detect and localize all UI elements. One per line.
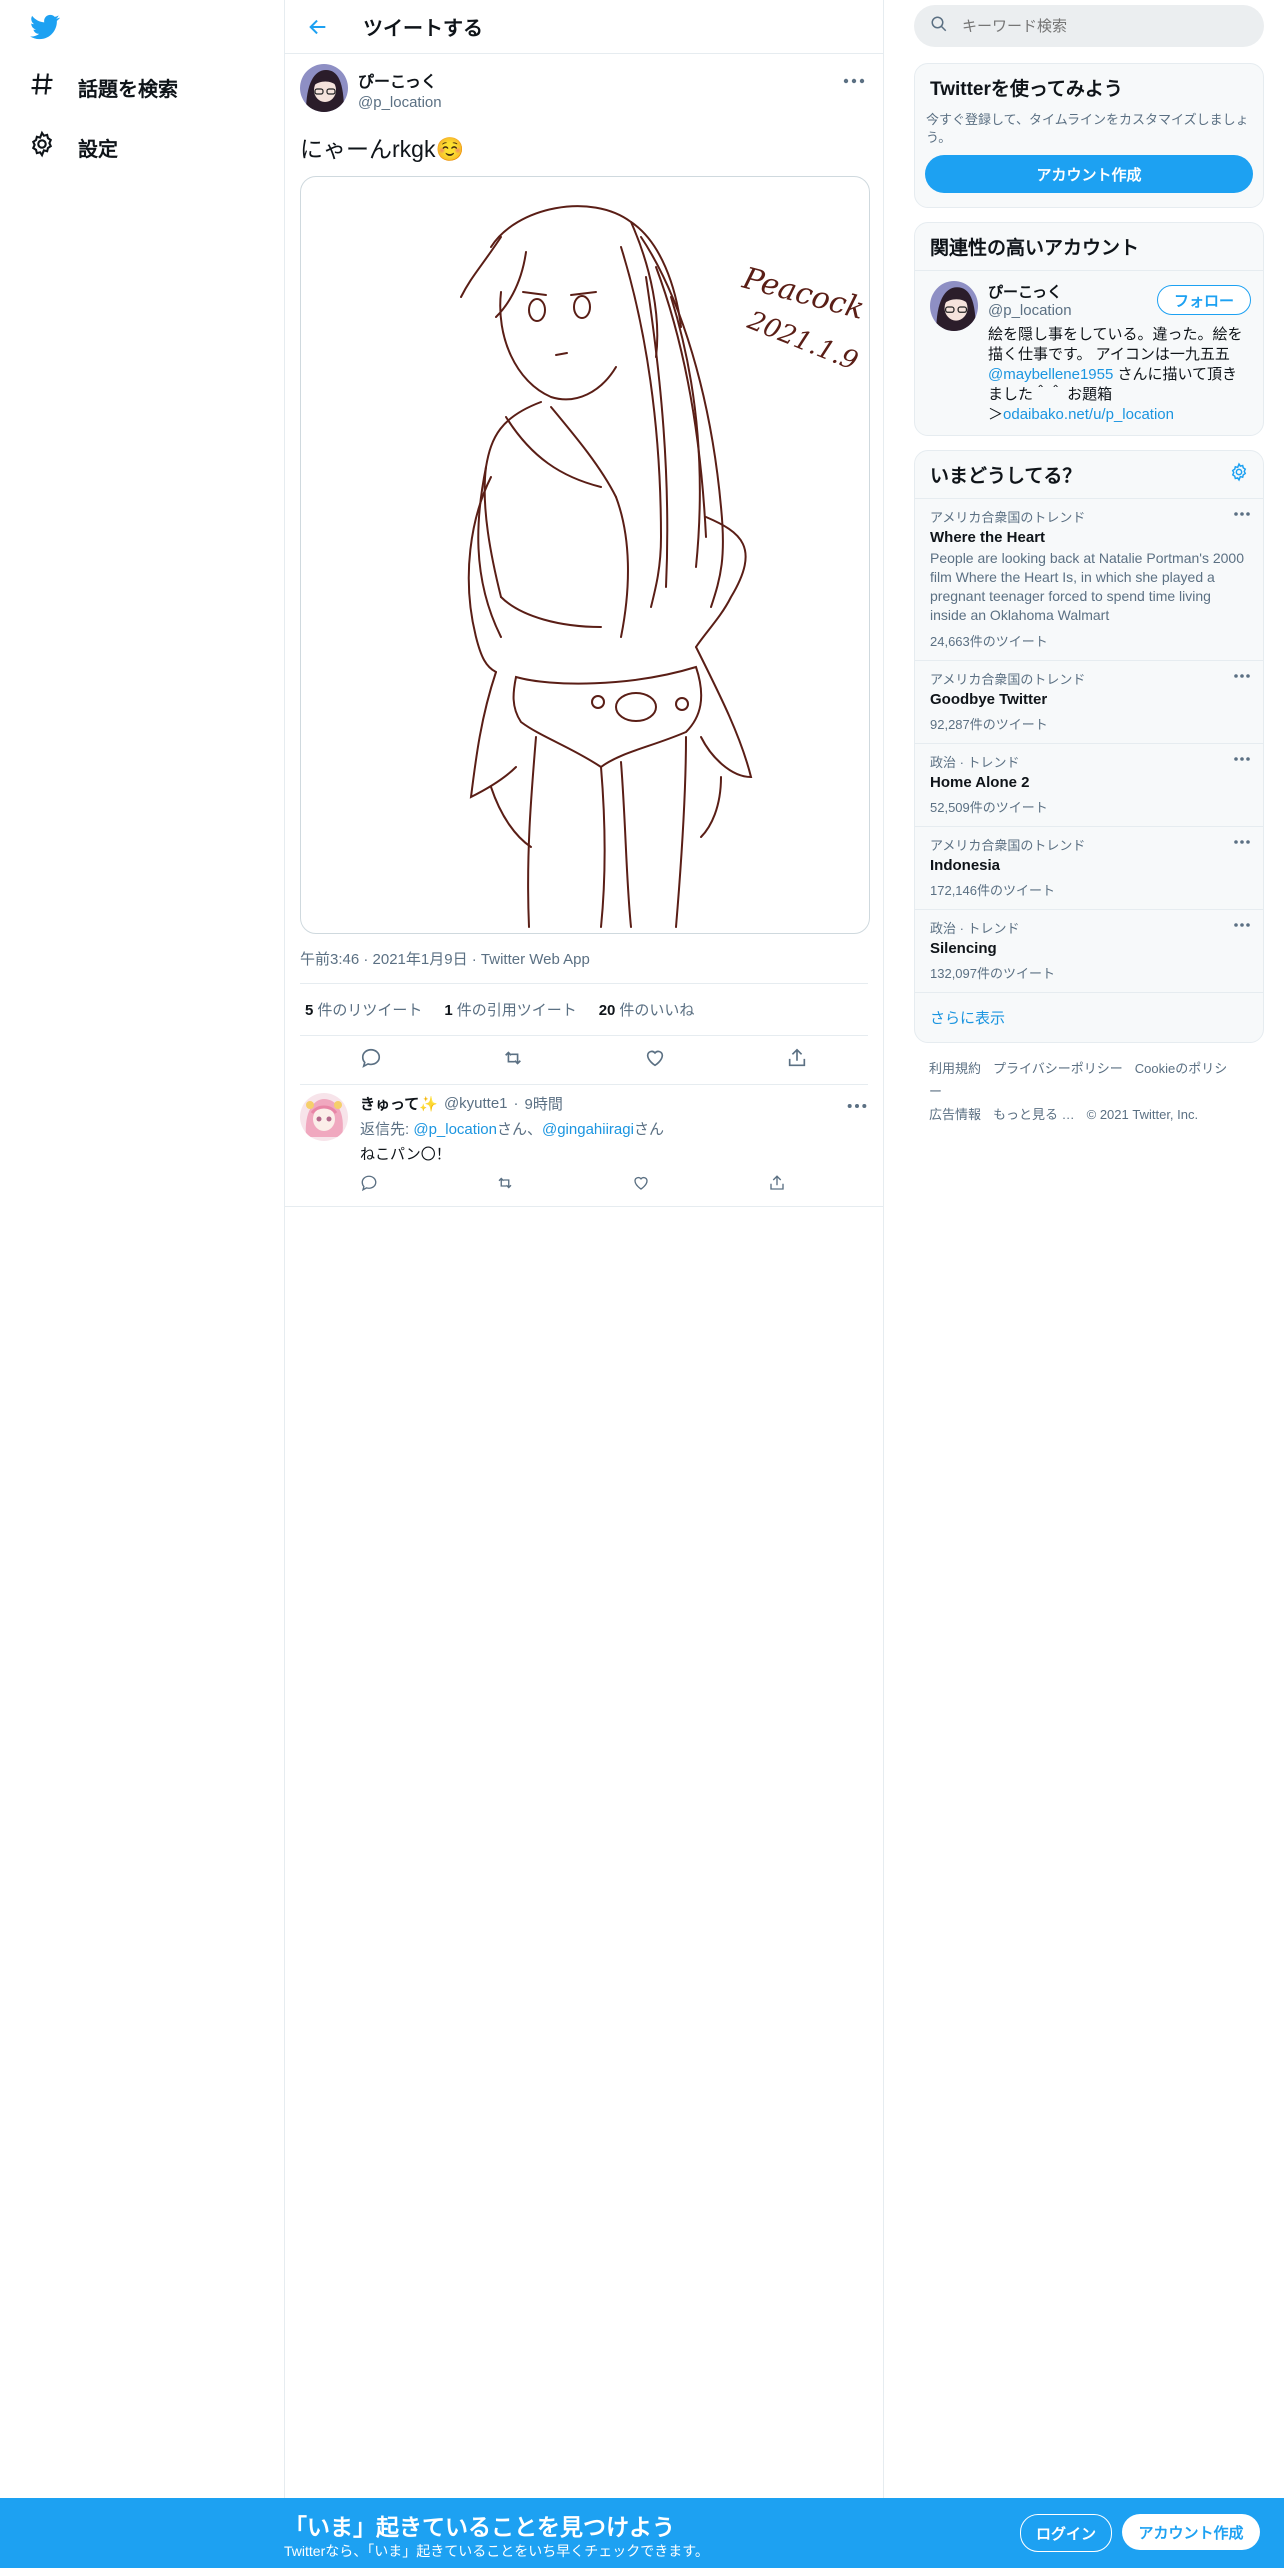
login-button[interactable]: ログイン [1020, 2514, 1112, 2552]
footer-link-more[interactable]: もっと見る … [993, 1107, 1075, 1122]
bio-mention-link[interactable]: @maybellene1955 [988, 366, 1113, 383]
reply-more-icon[interactable] [846, 1097, 868, 1114]
footer-link-privacy[interactable]: プライバシーポリシー [993, 1061, 1123, 1076]
trend-item[interactable]: アメリカ合衆国のトレンド Goodbye Twitter 92,287件のツイー… [915, 660, 1263, 743]
trend-more-icon[interactable] [1233, 756, 1251, 762]
likes-stat[interactable]: 20 件のいいね [599, 999, 695, 1020]
sketch-illustration: Peacock 2021.1.9 [460, 205, 868, 928]
reply-mention-1[interactable]: @p_location [413, 1121, 497, 1138]
bottom-bar-title: 「いま」起きていることを見つけよう [284, 2514, 675, 2540]
author-handle[interactable]: @p_location [358, 94, 442, 111]
tweet-text: にゃーんrkgk☺️ [300, 136, 465, 162]
footer-copyright: © 2021 Twitter, Inc. [1086, 1107, 1199, 1122]
trends-title: いまどうしてる？ [930, 466, 1082, 487]
main-tweet: ぴーこっく @p_location にゃーんrkgk☺️ Peacock 202… [285, 54, 883, 1085]
reply-actions [360, 1174, 904, 1196]
share-icon[interactable] [786, 1047, 808, 1074]
nav-settings[interactable]: 設定 [28, 130, 118, 164]
like-icon[interactable] [644, 1047, 666, 1074]
bottom-bar-subtitle: Twitterなら、「いま」起きていることをいち早くチェックできます。 [284, 2543, 709, 2559]
reply-author-name[interactable]: きゅって✨ [360, 1093, 438, 1114]
left-navigation: 話題を検索 設定 [0, 0, 284, 2568]
bio-odaibako-link[interactable]: odaibako.net/u/p_location [1003, 406, 1174, 423]
signup-card-desc: 今すぐ登録して、タイムラインをカスタマイズしましょう。 [926, 112, 1249, 145]
gear-icon [28, 130, 56, 164]
trend-item[interactable]: 政治 · トレンド Home Alone 2 52,509件のツイート [915, 743, 1263, 826]
trend-more-icon[interactable] [1233, 673, 1251, 679]
back-arrow-icon[interactable] [303, 12, 333, 42]
retweet-icon[interactable] [502, 1047, 524, 1074]
reply-text: ねこパン〇！ [360, 1146, 451, 1163]
hashtag-icon [28, 70, 56, 104]
relevant-account[interactable]: ぴーこっく @p_location 絵を隠し事をしている。違った。絵を描く仕事で… [915, 281, 1263, 435]
nav-explore-label: 話題を検索 [78, 78, 178, 101]
signup-card: Twitterを使ってみよう 今すぐ登録して、タイムラインをカスタマイズしましょ… [914, 63, 1264, 208]
replying-to: 返信先: @p_locationさん、@gingahiiragiさん [360, 1121, 664, 1138]
reply-author-handle[interactable]: @kyutte1 [444, 1095, 508, 1112]
twitter-logo-icon[interactable] [28, 12, 62, 42]
signup-button[interactable]: アカウント作成 [1122, 2514, 1260, 2550]
search-icon [930, 15, 948, 38]
footer-links: 利用規約 プライバシーポリシー Cookieのポリシー 広告情報 もっと見る … © 2… [914, 1043, 1264, 1140]
trends-card: いまどうしてる？ アメリカ合衆国のトレンド Where the Heart Pe… [914, 450, 1264, 1043]
more-options-icon[interactable] [842, 72, 866, 84]
trends-settings-gear-icon[interactable] [1229, 462, 1263, 487]
reply-retweet-icon[interactable] [496, 1174, 632, 1196]
reply-like-icon[interactable] [632, 1174, 768, 1196]
footer-link-ads[interactable]: 広告情報 [929, 1107, 981, 1122]
quotes-stat[interactable]: 1 件の引用ツイート [444, 999, 576, 1020]
page-header: ツイートする [285, 0, 883, 54]
nav-settings-label: 設定 [78, 138, 118, 161]
main-column: ツイートする ぴーこっく @p_location にゃーんrkgk☺️ Peac… [284, 0, 884, 2568]
reply-share-icon[interactable] [768, 1174, 904, 1196]
trend-more-icon[interactable] [1233, 922, 1251, 928]
trend-item[interactable]: アメリカ合衆国のトレンド Indonesia 172,146件のツイート [915, 826, 1263, 909]
tweet-timestamp[interactable]: 午前3:46 · 2021年1月9日 · Twitter Web App [300, 948, 868, 984]
trend-more-icon[interactable] [1233, 839, 1251, 845]
bottom-signup-bar: 「いま」起きていることを見つけよう Twitterなら、「いま」起きていることを… [0, 2498, 1284, 2568]
reply-avatar[interactable] [300, 1093, 348, 1141]
sidebar-signup-button[interactable]: アカウント作成 [925, 155, 1253, 193]
follow-button[interactable]: フォロー [1157, 285, 1251, 315]
author-name[interactable]: ぴーこっく [358, 68, 442, 92]
tweet-image[interactable]: Peacock 2021.1.9 [300, 176, 870, 934]
tweet-actions [300, 1036, 868, 1085]
footer-link-terms[interactable]: 利用規約 [929, 1061, 981, 1076]
right-sidebar: Twitterを使ってみよう 今すぐ登録して、タイムラインをカスタマイズしましょ… [914, 0, 1264, 1140]
author-avatar[interactable] [300, 64, 348, 112]
trend-item[interactable]: アメリカ合衆国のトレンド Where the Heart People are … [915, 498, 1263, 660]
relevant-account-bio: 絵を隠し事をしている。違った。絵を描く仕事です。 アイコンは一九五五 @maybe… [988, 326, 1243, 423]
reply-icon[interactable] [360, 1047, 382, 1074]
search-box[interactable] [914, 5, 1264, 47]
trend-item[interactable]: 政治 · トレンド Silencing 132,097件のツイート [915, 909, 1263, 992]
tweet-stats: 5 件のリツイート 1 件の引用ツイート 20 件のいいね [300, 984, 868, 1036]
page-title: ツイートする [363, 18, 483, 40]
relevant-account-avatar[interactable] [930, 281, 978, 331]
search-input[interactable] [960, 16, 1224, 36]
reply-mention-2[interactable]: @gingahiiragi [542, 1121, 634, 1138]
retweets-stat[interactable]: 5 件のリツイート [305, 999, 422, 1020]
trends-show-more[interactable]: さらに表示 [915, 992, 1263, 1042]
signup-card-title: Twitterを使ってみよう [930, 79, 1123, 100]
reply-time[interactable]: 9時間 [525, 1093, 563, 1114]
relevant-accounts-card: 関連性の高いアカウント ぴーこっく @p_location 絵を隠し事をしている… [914, 222, 1264, 436]
reply-reply-icon[interactable] [360, 1174, 496, 1196]
nav-explore[interactable]: 話題を検索 [28, 70, 178, 104]
relevant-accounts-title: 関連性の高いアカウント [915, 223, 1263, 271]
reply-tweet[interactable]: きゅって✨ @kyutte1 · 9時間 返信先: @p_locationさん、… [285, 1085, 883, 1207]
trend-more-icon[interactable] [1233, 511, 1251, 517]
